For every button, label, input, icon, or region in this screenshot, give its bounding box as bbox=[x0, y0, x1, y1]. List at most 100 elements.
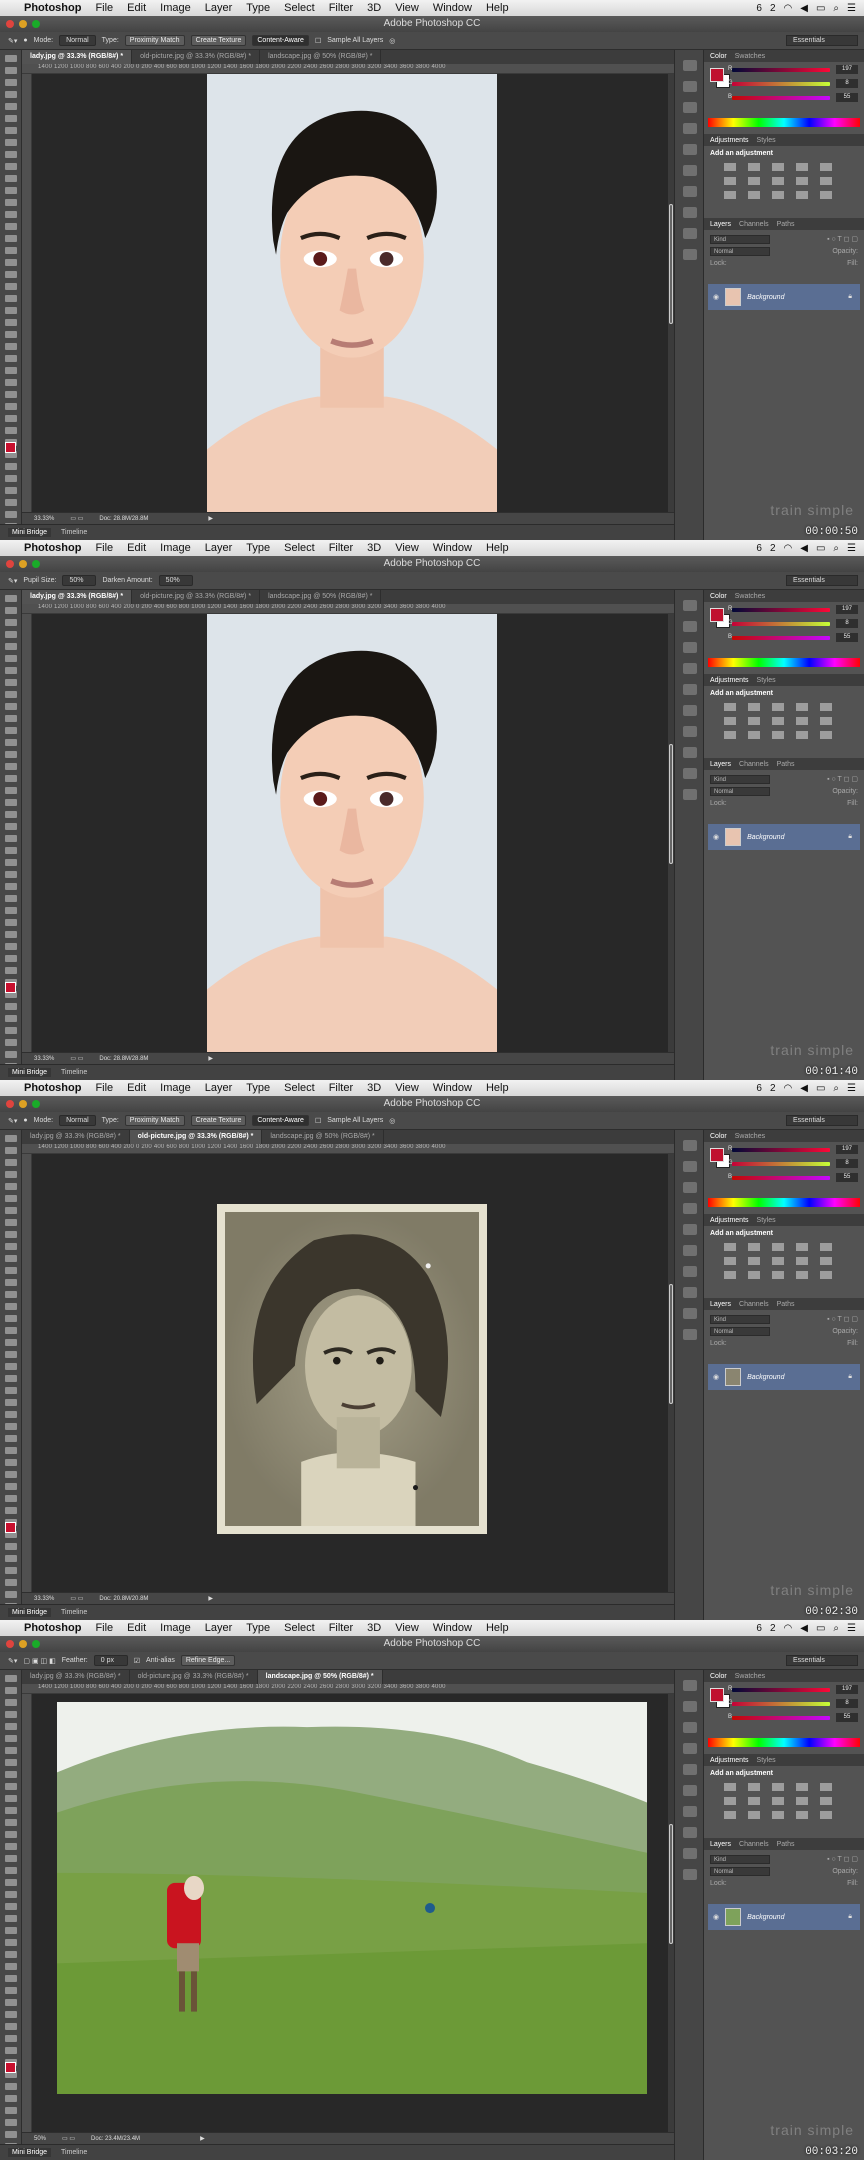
panel-icon[interactable] bbox=[683, 1785, 697, 1796]
tab-styles[interactable]: Styles bbox=[757, 1757, 776, 1764]
menu-filter[interactable]: Filter bbox=[329, 1082, 353, 1094]
invert-icon[interactable] bbox=[724, 731, 736, 739]
list-icon[interactable]: ☰ bbox=[847, 543, 856, 554]
wifi-icon[interactable]: ◠ bbox=[784, 1623, 793, 1634]
list-icon[interactable]: ☰ bbox=[847, 1083, 856, 1094]
visibility-eye-icon[interactable]: ◉ bbox=[713, 833, 719, 841]
invert-icon[interactable] bbox=[724, 1271, 736, 1279]
tool-icon[interactable] bbox=[5, 799, 17, 806]
filter-icons[interactable]: ▪ ○ T ◻ ▢ bbox=[827, 775, 858, 783]
tab-timeline[interactable]: Timeline bbox=[61, 1609, 87, 1616]
tool-icon[interactable] bbox=[5, 943, 17, 950]
r-slider[interactable] bbox=[732, 1688, 830, 1692]
panel-icon[interactable] bbox=[683, 1245, 697, 1256]
tool-icon[interactable] bbox=[5, 1015, 17, 1022]
r-slider[interactable] bbox=[732, 68, 830, 72]
tab-timeline[interactable]: Timeline bbox=[61, 1069, 87, 1076]
posterize-icon[interactable] bbox=[748, 191, 760, 199]
tool-preset-icon[interactable]: ✎▾ bbox=[8, 37, 17, 45]
hue-icon[interactable] bbox=[724, 717, 736, 725]
tab-lady[interactable]: lady.jpg @ 33.3% (RGB/8#) * bbox=[22, 1130, 130, 1144]
menu-filter[interactable]: Filter bbox=[329, 1622, 353, 1634]
document-image[interactable] bbox=[57, 1702, 647, 2094]
tab-paths[interactable]: Paths bbox=[777, 221, 795, 228]
mode-select[interactable]: Normal bbox=[59, 1115, 96, 1126]
panel-icon[interactable] bbox=[683, 102, 697, 113]
tool-icon[interactable] bbox=[5, 1831, 17, 1838]
panel-icon[interactable] bbox=[683, 1287, 697, 1298]
menu-view[interactable]: View bbox=[395, 2, 419, 14]
tool-icon[interactable] bbox=[5, 211, 17, 218]
tab-landscape[interactable]: landscape.jpg @ 50% (RGB/8#) * bbox=[262, 1130, 384, 1144]
menu-app-name[interactable]: Photoshop bbox=[24, 2, 81, 14]
vibrance-icon[interactable] bbox=[820, 1783, 832, 1791]
scroll-thumb[interactable] bbox=[669, 204, 673, 324]
layer-name[interactable]: Background bbox=[747, 1374, 784, 1381]
g-slider[interactable] bbox=[732, 1702, 830, 1706]
tab-mini-bridge[interactable]: Mini Bridge bbox=[8, 2148, 52, 2157]
tool-icon[interactable] bbox=[5, 247, 17, 254]
kind-filter[interactable]: Kind bbox=[710, 1314, 770, 1324]
toolbar-fg-swatch[interactable] bbox=[5, 1522, 16, 1533]
status-icons-box[interactable]: ▭ ▭ bbox=[62, 2135, 75, 2142]
tool-icon[interactable] bbox=[5, 343, 17, 350]
tool-icon[interactable] bbox=[5, 667, 17, 674]
layer-name[interactable]: Background bbox=[747, 834, 784, 841]
tool-icon[interactable] bbox=[5, 271, 17, 278]
spotlight-icon[interactable]: ⌕ bbox=[833, 1623, 839, 1634]
tab-color[interactable]: Color bbox=[710, 1133, 727, 1140]
channel-mixer-icon[interactable] bbox=[820, 1797, 832, 1805]
menu-layer[interactable]: Layer bbox=[205, 2, 233, 14]
panel-icon[interactable] bbox=[683, 684, 697, 695]
panel-icon[interactable] bbox=[683, 1869, 697, 1880]
menu-file[interactable]: File bbox=[95, 542, 113, 554]
layer-name[interactable]: Background bbox=[747, 1914, 784, 1921]
tool-icon[interactable] bbox=[5, 199, 17, 206]
tab-swatches[interactable]: Swatches bbox=[735, 1133, 765, 1140]
tool-icon[interactable] bbox=[5, 1471, 17, 1478]
threshold-icon[interactable] bbox=[772, 191, 784, 199]
zoom-level[interactable]: 33.33% bbox=[34, 1056, 54, 1062]
wifi-icon[interactable]: ◠ bbox=[784, 543, 793, 554]
selective-color-icon[interactable] bbox=[820, 191, 832, 199]
tool-icon[interactable] bbox=[5, 79, 17, 86]
tab-color[interactable]: Color bbox=[710, 1673, 727, 1680]
tool-icon[interactable] bbox=[5, 1675, 17, 1682]
menu-type[interactable]: Type bbox=[246, 2, 270, 14]
tool-icon[interactable] bbox=[5, 427, 17, 434]
tool-icon[interactable] bbox=[5, 187, 17, 194]
tool-icon[interactable] bbox=[5, 1435, 17, 1442]
b-value[interactable]: 55 bbox=[836, 1713, 858, 1722]
panel-icon[interactable] bbox=[683, 1722, 697, 1733]
menu-help[interactable]: Help bbox=[486, 1622, 509, 1634]
tab-old-picture[interactable]: old-picture.jpg @ 33.3% (RGB/8#) * bbox=[129, 1130, 263, 1144]
menu-window[interactable]: Window bbox=[433, 1082, 472, 1094]
b-slider[interactable] bbox=[732, 636, 830, 640]
status-icons-box[interactable]: ▭ ▭ bbox=[70, 515, 83, 522]
gradient-map-icon[interactable] bbox=[796, 731, 808, 739]
curves-icon[interactable] bbox=[772, 703, 784, 711]
tool-icon[interactable] bbox=[5, 1495, 17, 1502]
exposure-icon[interactable] bbox=[796, 1243, 808, 1251]
menu-layer[interactable]: Layer bbox=[205, 1082, 233, 1094]
panel-icon[interactable] bbox=[683, 663, 697, 674]
tool-icon[interactable] bbox=[5, 1747, 17, 1754]
b-value[interactable]: 55 bbox=[836, 1173, 858, 1182]
exposure-icon[interactable] bbox=[796, 1783, 808, 1791]
tool-icon[interactable] bbox=[5, 1231, 17, 1238]
panel-icon[interactable] bbox=[683, 1827, 697, 1838]
document-image[interactable] bbox=[207, 614, 497, 1052]
menu-file[interactable]: File bbox=[95, 1082, 113, 1094]
tool-icon[interactable] bbox=[5, 1507, 17, 1514]
menu-help[interactable]: Help bbox=[486, 1082, 509, 1094]
tool-icon[interactable] bbox=[5, 847, 17, 854]
menu-filter[interactable]: Filter bbox=[329, 542, 353, 554]
foreground-color-swatch[interactable] bbox=[710, 1148, 724, 1162]
b-slider[interactable] bbox=[732, 96, 830, 100]
g-value[interactable]: 8 bbox=[836, 619, 858, 628]
tool-icon[interactable] bbox=[5, 907, 17, 914]
menu-window[interactable]: Window bbox=[433, 542, 472, 554]
invert-icon[interactable] bbox=[724, 191, 736, 199]
tool-icon[interactable] bbox=[5, 1975, 17, 1982]
blend-mode-select[interactable]: Normal bbox=[710, 246, 770, 256]
